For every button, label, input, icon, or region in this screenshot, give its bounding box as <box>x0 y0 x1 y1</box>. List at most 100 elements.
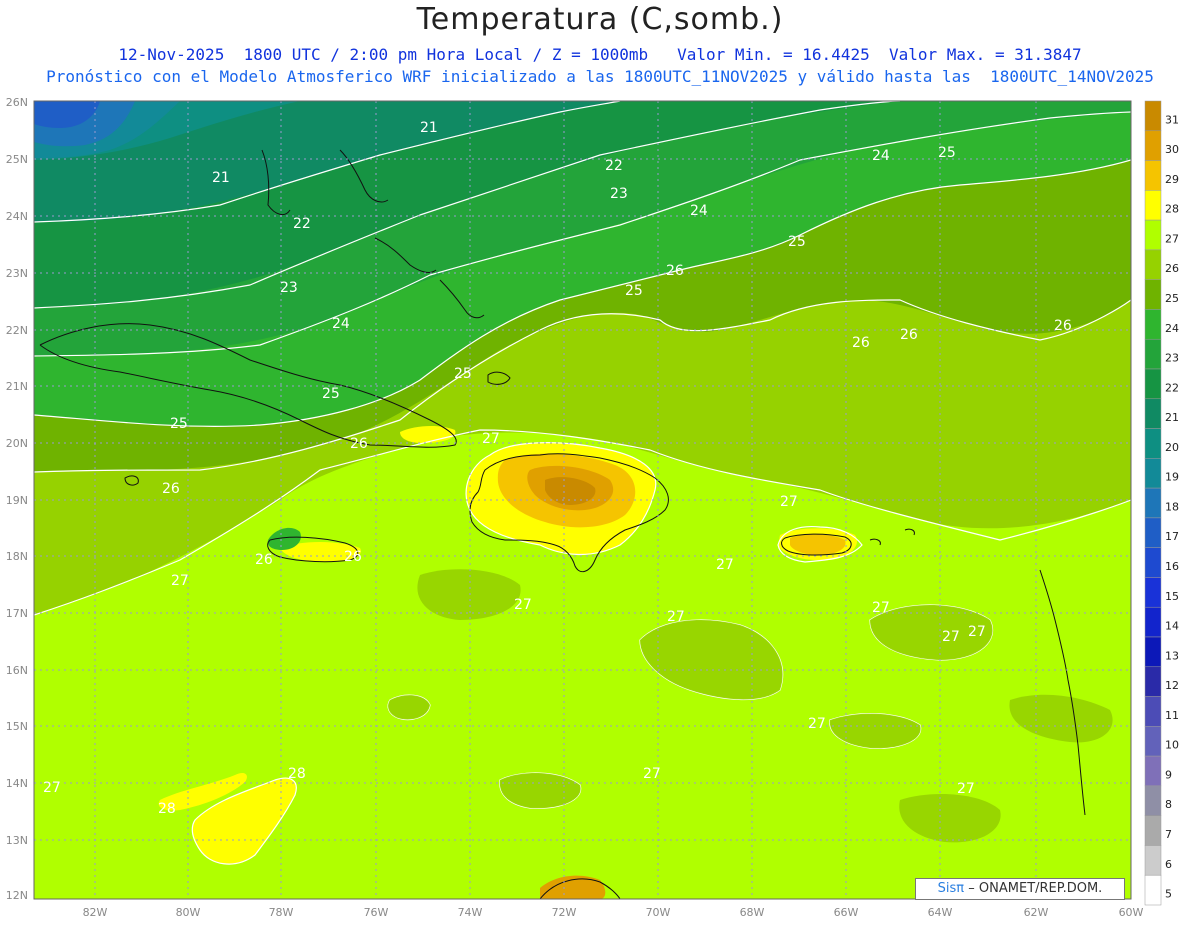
credit-text: – ONAMET/REP.DOM. <box>968 881 1103 896</box>
contour-label: 24 <box>690 203 708 219</box>
lon-label: 64W <box>928 906 953 919</box>
contour-label: 27 <box>514 597 532 613</box>
colorbar-cell <box>1144 666 1162 697</box>
contour-label: 26 <box>666 263 684 279</box>
contour-label: 27 <box>957 781 975 797</box>
colorbar-cell <box>1144 606 1162 638</box>
temperature-field <box>34 101 1131 899</box>
contour-label: 25 <box>170 416 188 432</box>
colorbar-cell <box>1144 845 1162 876</box>
lon-label: 80W <box>176 906 201 919</box>
lat-label: 20N <box>6 437 28 450</box>
colorbar-cell <box>1144 249 1162 280</box>
sispi-logo: Sisπ <box>937 881 965 896</box>
contour-label: 23 <box>610 186 628 202</box>
contour-label: 23 <box>280 280 298 296</box>
colorbar-cell <box>1144 160 1162 191</box>
contour-label: 27 <box>43 780 61 796</box>
colorbar-cell <box>1144 785 1162 816</box>
colorbar-label: 25 <box>1165 292 1179 305</box>
lat-label: 16N <box>6 664 28 677</box>
contour-label: 28 <box>288 766 306 782</box>
colorbar-cell <box>1144 458 1162 489</box>
lat-label: 15N <box>6 720 28 733</box>
colorbar-label: 5 <box>1165 888 1172 901</box>
contour-label: 22 <box>605 158 623 174</box>
lon-label: 66W <box>834 906 859 919</box>
colorbar-cell <box>1144 547 1162 578</box>
contour-label: 26 <box>255 552 273 568</box>
contour-label: 25 <box>788 234 806 250</box>
lat-label: 12N <box>6 889 28 902</box>
colorbar-cell <box>1144 279 1162 310</box>
contour-label: 27 <box>780 494 798 510</box>
contour-label: 27 <box>643 766 661 782</box>
colorbar-cell <box>1144 577 1162 608</box>
colorbar: 31 30 29 28 27 26 25 24 23 22 21 20 19 18 17 16 15 14 13 12… <box>1144 100 1179 906</box>
contour-label: 26 <box>900 327 918 343</box>
colorbar-label: 17 <box>1165 530 1179 543</box>
lat-label: 26N <box>6 96 28 109</box>
contour-label: 25 <box>625 283 643 299</box>
colorbar-cell <box>1144 398 1162 429</box>
contour-label: 26 <box>162 481 180 497</box>
lon-label: 70W <box>646 906 671 919</box>
contour-label: 28 <box>158 801 176 817</box>
colorbar-label: 7 <box>1165 828 1172 841</box>
contour-label: 27 <box>667 609 685 625</box>
colorbar-cell <box>1144 755 1162 787</box>
colorbar-cell <box>1144 309 1162 340</box>
colorbar-label: 31 <box>1165 113 1179 126</box>
colorbar-cell <box>1144 517 1162 548</box>
contour-label: 27 <box>482 431 500 447</box>
colorbar-label: 15 <box>1165 590 1179 603</box>
lat-label: 25N <box>6 153 28 166</box>
lat-label: 14N <box>6 777 28 790</box>
lat-label: 18N <box>6 550 28 563</box>
temperature-map-svg: 21 21 22 22 23 23 24 24 24 25 25 25 25 2… <box>6 96 1179 919</box>
colorbar-cell <box>1144 696 1162 727</box>
colorbar-cell <box>1144 726 1162 757</box>
lon-label: 72W <box>552 906 577 919</box>
contour-label: 27 <box>968 624 986 640</box>
colorbar-label: 11 <box>1165 709 1179 722</box>
contour-label: 25 <box>938 145 956 161</box>
lat-label: 21N <box>6 380 28 393</box>
colorbar-label: 21 <box>1165 411 1179 424</box>
contour-label: 21 <box>420 120 438 136</box>
contour-label: 26 <box>350 436 368 452</box>
lon-label: 74W <box>458 906 483 919</box>
colorbar-cell <box>1144 190 1162 221</box>
contour-label: 25 <box>454 366 472 382</box>
colorbar-cell <box>1144 338 1162 370</box>
contour-label: 26 <box>344 549 362 565</box>
lon-axis: 82W 80W 78W 76W 74W 72W 70W 68W 66W 64W … <box>83 906 1144 919</box>
lon-label: 78W <box>269 906 294 919</box>
colorbar-label: 9 <box>1165 768 1172 781</box>
colorbar-label: 26 <box>1165 262 1179 275</box>
contour-label: 27 <box>942 629 960 645</box>
contour-label: 24 <box>872 148 890 164</box>
colorbar-label: 22 <box>1165 381 1179 394</box>
colorbar-label: 19 <box>1165 471 1179 484</box>
colorbar-label: 6 <box>1165 858 1172 871</box>
colorbar-label: 30 <box>1165 143 1179 156</box>
contour-label: 27 <box>872 600 890 616</box>
lat-axis: 26N 25N 24N 23N 22N 21N 20N 19N 18N 17N … <box>6 96 28 902</box>
colorbar-label: 14 <box>1165 620 1179 633</box>
lon-label: 76W <box>364 906 389 919</box>
contour-label: 26 <box>1054 318 1072 334</box>
contour-label: 27 <box>716 557 734 573</box>
lon-label: 82W <box>83 906 108 919</box>
contour-label: 27 <box>171 573 189 589</box>
colorbar-label: 28 <box>1165 203 1179 216</box>
lat-label: 19N <box>6 494 28 507</box>
colorbar-cell <box>1144 130 1162 161</box>
lon-label: 68W <box>740 906 765 919</box>
contour-label: 22 <box>293 216 311 232</box>
colorbar-label: 13 <box>1165 649 1179 662</box>
colorbar-label: 23 <box>1165 352 1179 365</box>
credit-box: Sisπ – ONAMET/REP.DOM. <box>915 878 1125 900</box>
colorbar-cell <box>1144 100 1162 132</box>
colorbar-cell <box>1144 487 1162 519</box>
